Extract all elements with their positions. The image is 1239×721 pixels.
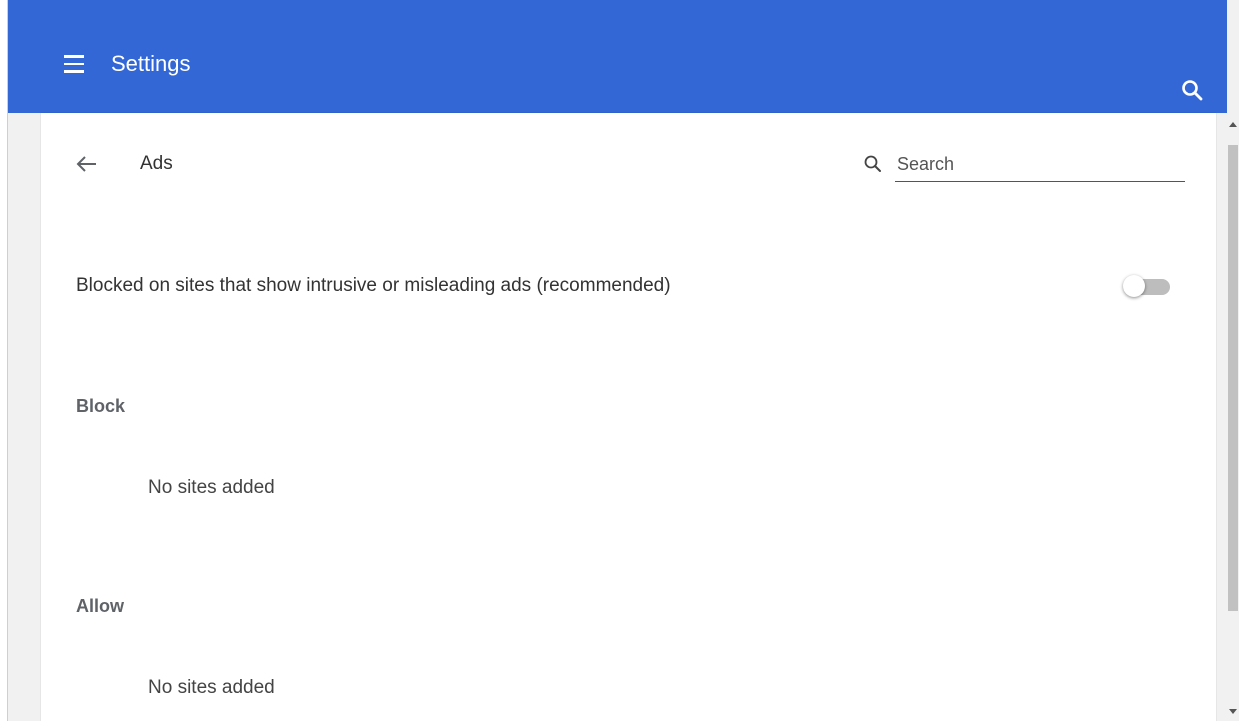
settings-window: Settings Ads Search Blocked on sites tha… [0, 0, 1239, 721]
intrusive-ads-label: Blocked on sites that show intrusive or … [76, 275, 671, 296]
ads-settings-card: Ads Blocked on sites that show intrusive… [41, 113, 1216, 721]
search-input[interactable] [895, 147, 1185, 182]
search-icon [862, 153, 884, 175]
intrusive-ads-toggle[interactable] [1119, 273, 1181, 299]
toggle-knob [1123, 275, 1145, 297]
page-title: Ads [140, 153, 173, 174]
allow-empty-message: No sites added [148, 677, 275, 698]
settings-toolbar: Settings [8, 0, 1227, 113]
scrollbar-thumb[interactable] [1228, 145, 1238, 611]
settings-search [862, 146, 1190, 186]
hamburger-menu-icon[interactable] [54, 47, 84, 83]
settings-content: Ads Blocked on sites that show intrusive… [8, 113, 1227, 721]
block-section-heading: Block [76, 396, 126, 416]
intrusive-ads-setting-row[interactable]: Blocked on sites that show intrusive or … [41, 259, 1216, 313]
block-empty-message: No sites added [148, 477, 275, 498]
scroll-up-arrow-icon[interactable] [1227, 115, 1239, 133]
window-left-edge [0, 0, 8, 721]
search-icon[interactable] [1176, 74, 1210, 108]
scroll-down-arrow-icon[interactable] [1227, 703, 1239, 721]
vertical-scrollbar[interactable] [1227, 113, 1239, 721]
arrow-back-icon[interactable] [69, 147, 103, 181]
allow-section-heading: Allow [76, 596, 124, 616]
app-title: Settings [111, 51, 191, 76]
